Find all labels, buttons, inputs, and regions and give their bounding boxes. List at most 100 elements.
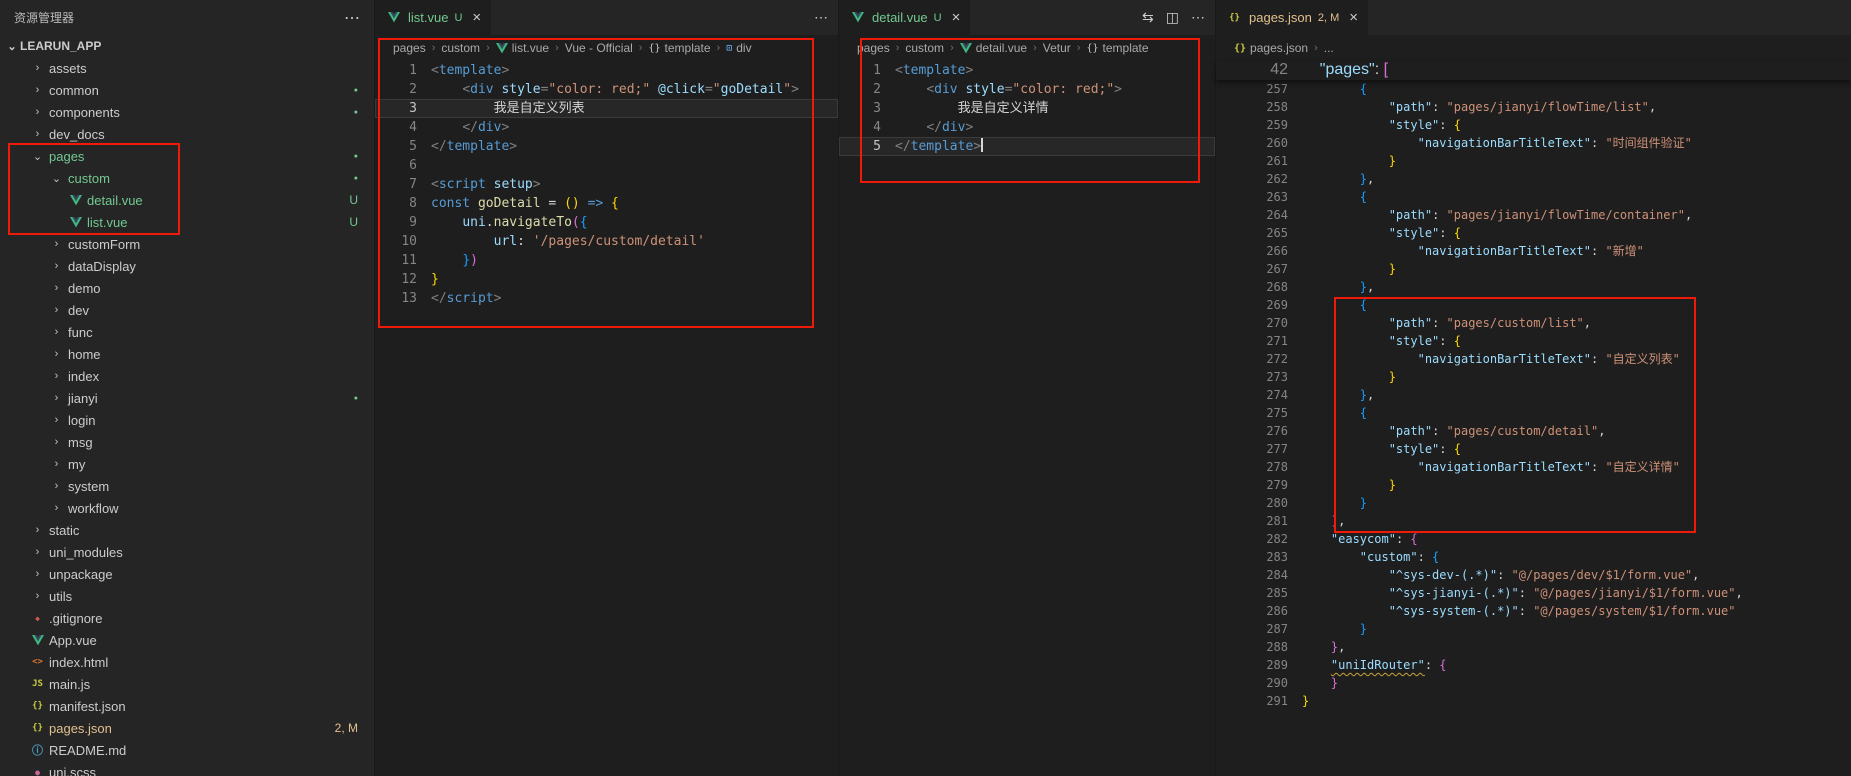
code-line[interactable]: 282 "easycom": { xyxy=(1216,530,1851,548)
code-line[interactable]: 1<template> xyxy=(375,61,838,80)
close-icon[interactable]: × xyxy=(952,10,961,25)
explorer-more-icon[interactable] xyxy=(344,8,360,28)
line-number[interactable]: 257 xyxy=(1216,80,1288,98)
code-line[interactable]: 4 </div> xyxy=(375,118,838,137)
tree-item-pages[interactable]: ⌄pages● xyxy=(0,145,374,167)
tree-item-jianyi[interactable]: ›jianyi● xyxy=(0,387,374,409)
code-area[interactable]: 1<template>2 <div style="color: red;">3 … xyxy=(839,61,1215,156)
tree-item-customForm[interactable]: ›customForm xyxy=(0,233,374,255)
breadcrumb-item[interactable]: ⊡div xyxy=(726,41,751,55)
code-line[interactable]: 275 { xyxy=(1216,404,1851,422)
line-number[interactable]: 5 xyxy=(375,137,417,156)
tree-item-.gitignore[interactable]: ◆.gitignore xyxy=(0,607,374,629)
line-number[interactable]: 4 xyxy=(375,118,417,137)
breadcrumb-item[interactable]: Vue - Official xyxy=(565,41,633,55)
code-line[interactable]: 267 } xyxy=(1216,260,1851,278)
line-number[interactable]: 42 xyxy=(1216,61,1288,79)
line-number[interactable]: 7 xyxy=(375,175,417,194)
breadcrumb-item[interactable]: {}template xyxy=(648,41,710,55)
tree-item-App.vue[interactable]: App.vue xyxy=(0,629,374,651)
tree-item-detail.vue[interactable]: detail.vueU xyxy=(0,189,374,211)
code-line[interactable]: 280 } xyxy=(1216,494,1851,512)
line-number[interactable]: 272 xyxy=(1216,350,1288,368)
code-line[interactable]: 9 uni.navigateTo({ xyxy=(375,213,838,232)
close-icon[interactable]: × xyxy=(472,10,481,25)
breadcrumb[interactable]: pages›custom›detail.vue›Vetur›{}template xyxy=(839,35,1215,61)
line-number[interactable]: 274 xyxy=(1216,386,1288,404)
tree-item-custom[interactable]: ⌄custom● xyxy=(0,167,374,189)
tree-item-uni_modules[interactable]: ›uni_modules xyxy=(0,541,374,563)
tree-item-system[interactable]: ›system xyxy=(0,475,374,497)
code-line[interactable]: 263 { xyxy=(1216,188,1851,206)
breadcrumb-item[interactable]: Vetur xyxy=(1043,41,1071,55)
tree-item-index.html[interactable]: <>index.html xyxy=(0,651,374,673)
line-number[interactable]: 288 xyxy=(1216,638,1288,656)
code-line[interactable]: 290 } xyxy=(1216,674,1851,692)
tree-item-dataDisplay[interactable]: ›dataDisplay xyxy=(0,255,374,277)
line-number[interactable]: 10 xyxy=(375,232,417,251)
line-number[interactable]: 2 xyxy=(839,80,881,99)
code-line[interactable]: 278 "navigationBarTitleText": "自定义详情" xyxy=(1216,458,1851,476)
line-number[interactable]: 290 xyxy=(1216,674,1288,692)
tree-item-uni.scss[interactable]: ●uni.scss xyxy=(0,761,374,776)
breadcrumb-item[interactable]: pages xyxy=(393,41,426,55)
line-number[interactable]: 12 xyxy=(375,270,417,289)
code-line[interactable]: 10 url: '/pages/custom/detail' xyxy=(375,232,838,251)
code-line[interactable]: 276 "path": "pages/custom/detail", xyxy=(1216,422,1851,440)
tree-item-static[interactable]: ›static xyxy=(0,519,374,541)
line-number[interactable]: 260 xyxy=(1216,134,1288,152)
line-number[interactable]: 284 xyxy=(1216,566,1288,584)
breadcrumb-item[interactable]: ... xyxy=(1324,41,1334,55)
tree-item-index[interactable]: ›index xyxy=(0,365,374,387)
line-number[interactable]: 263 xyxy=(1216,188,1288,206)
code-line[interactable]: 287 } xyxy=(1216,620,1851,638)
open-changes-icon[interactable]: ⇆ xyxy=(1142,9,1154,26)
tree-item-common[interactable]: ›common● xyxy=(0,79,374,101)
breadcrumb[interactable]: {}pages.json›... xyxy=(1216,35,1851,61)
line-number[interactable]: 289 xyxy=(1216,656,1288,674)
line-number[interactable]: 282 xyxy=(1216,530,1288,548)
line-number[interactable]: 258 xyxy=(1216,98,1288,116)
breadcrumb-item[interactable]: custom xyxy=(905,41,944,55)
code-line[interactable]: 12} xyxy=(375,270,838,289)
code-area[interactable]: 257 {258 "path": "pages/jianyi/flowTime/… xyxy=(1216,80,1851,710)
code-line[interactable]: 269 { xyxy=(1216,296,1851,314)
line-number[interactable]: 261 xyxy=(1216,152,1288,170)
line-number[interactable]: 277 xyxy=(1216,440,1288,458)
code-line[interactable]: 274 }, xyxy=(1216,386,1851,404)
code-line[interactable]: 262 }, xyxy=(1216,170,1851,188)
tree-item-dev_docs[interactable]: ›dev_docs xyxy=(0,123,374,145)
line-number[interactable]: 268 xyxy=(1216,278,1288,296)
line-number[interactable]: 266 xyxy=(1216,242,1288,260)
code-line[interactable]: 3 我是自定义详情 xyxy=(839,99,1215,118)
line-number[interactable]: 2 xyxy=(375,80,417,99)
code-line[interactable]: 289 "uniIdRouter": { xyxy=(1216,656,1851,674)
code-line[interactable]: 288 }, xyxy=(1216,638,1851,656)
code-line[interactable]: 272 "navigationBarTitleText": "自定义列表" xyxy=(1216,350,1851,368)
code-line[interactable]: 285 "^sys-jianyi-(.*)": "@/pages/jianyi/… xyxy=(1216,584,1851,602)
more-actions-icon[interactable]: ⋯ xyxy=(814,9,828,26)
line-number[interactable]: 269 xyxy=(1216,296,1288,314)
line-number[interactable]: 280 xyxy=(1216,494,1288,512)
code-line[interactable]: 8const goDetail = () => { xyxy=(375,194,838,213)
code-area[interactable]: 1<template>2 <div style="color: red;" @c… xyxy=(375,61,838,308)
line-number[interactable]: 8 xyxy=(375,194,417,213)
tab-list-vue[interactable]: list.vue U × xyxy=(375,0,492,35)
workspace-header[interactable]: ⌄ LEARUN_APP xyxy=(0,35,374,57)
code-line[interactable]: 270 "path": "pages/custom/list", xyxy=(1216,314,1851,332)
tree-item-login[interactable]: ›login xyxy=(0,409,374,431)
breadcrumb-item[interactable]: list.vue xyxy=(496,41,549,55)
tree-item-msg[interactable]: ›msg xyxy=(0,431,374,453)
code-line[interactable]: 7<script setup> xyxy=(375,175,838,194)
line-number[interactable]: 5 xyxy=(839,137,881,156)
code-line[interactable]: 277 "style": { xyxy=(1216,440,1851,458)
line-number[interactable]: 285 xyxy=(1216,584,1288,602)
tree-item-unpackage[interactable]: ›unpackage xyxy=(0,563,374,585)
code-line[interactable]: 264 "path": "pages/jianyi/flowTime/conta… xyxy=(1216,206,1851,224)
line-number[interactable]: 275 xyxy=(1216,404,1288,422)
code-line[interactable]: 3 我是自定义列表 xyxy=(375,99,838,118)
close-icon[interactable]: × xyxy=(1349,10,1358,25)
tree-item-utils[interactable]: ›utils xyxy=(0,585,374,607)
line-number[interactable]: 13 xyxy=(375,289,417,308)
split-editor-icon[interactable]: ◫ xyxy=(1166,9,1179,26)
